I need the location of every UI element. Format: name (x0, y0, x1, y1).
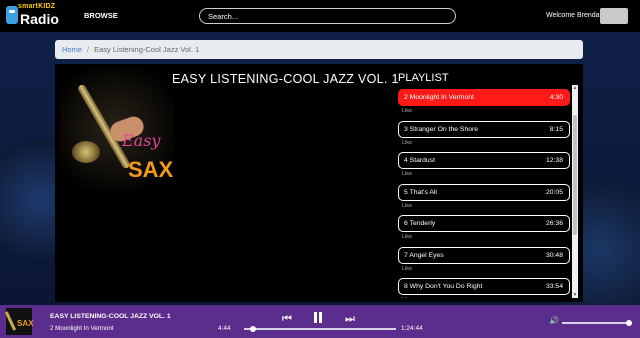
smartkidz-radio-logo[interactable]: smartKIDZ Radio (6, 3, 64, 29)
track-duration: 20:05 (545, 188, 563, 196)
track-title: 6 Tenderly (404, 220, 436, 227)
breadcrumb-current: Easy Listening-Cool Jazz Vol. 1 (94, 45, 200, 54)
breadcrumb-separator: / (87, 45, 90, 54)
volume-slider[interactable] (562, 320, 632, 326)
current-time: 4:44 (218, 325, 231, 332)
playlist-track[interactable]: 3 Stranger On the Shore 8:15 (398, 120, 570, 138)
like-button[interactable]: Like (402, 171, 412, 177)
avatar[interactable] (600, 8, 628, 24)
saxophone-bell-icon (72, 141, 100, 163)
now-playing-album: EASY LISTENING-COOL JAZZ VOL. 1 (50, 313, 171, 320)
like-button[interactable]: Like (402, 234, 412, 240)
logo-top-text: smartKIDZ (18, 3, 56, 10)
playlist-track[interactable]: 2 Moonlight In Vermont 4:30 (398, 89, 570, 106)
top-nav-bar: smartKIDZ Radio BROWSE Welcome Brenda (0, 0, 640, 32)
thumbnail-sax-text: SAX (17, 319, 34, 328)
pause-icon[interactable] (313, 312, 323, 323)
track-duration: 33:54 (545, 283, 563, 290)
robot-logo-icon (6, 6, 18, 24)
playlist-track[interactable]: 7 Angel Eyes 30:48 (398, 246, 570, 264)
like-button[interactable]: Like (402, 108, 412, 114)
track-title: 4 Stardust (404, 157, 435, 164)
playlist-scrollbar[interactable]: ▲ ▼ (572, 85, 578, 298)
now-playing-track: 2 Moonlight In Vermont (50, 325, 114, 332)
scroll-down-arrow-icon[interactable]: ▼ (572, 292, 578, 298)
playlist-track[interactable]: 4 Stardust 12:38 (398, 152, 570, 169)
next-track-icon[interactable]: ⏭ (345, 313, 355, 326)
search-input[interactable] (199, 8, 456, 24)
album-title: EASY LISTENING-COOL JAZZ VOL. 1 (172, 72, 399, 86)
breadcrumb: Home / Easy Listening-Cool Jazz Vol. 1 (55, 40, 583, 59)
scroll-up-arrow-icon[interactable]: ▲ (572, 85, 578, 91)
track-title: 7 Angel Eyes (404, 251, 444, 259)
seek-slider-handle[interactable] (249, 326, 256, 332)
playlist-list[interactable]: ▲ ▼ 2 Moonlight In Vermont 4:30 Like 3 Stra… (395, 85, 579, 298)
playlist-track[interactable]: 8 Why Don't You Do Right 33:54 (398, 278, 570, 295)
track-title: 8 Why Don't You Do Right (404, 283, 483, 290)
playlist-heading: PLAYLIST (398, 72, 449, 84)
logo-bottom-text: Radio (20, 11, 59, 27)
welcome-text[interactable]: Welcome Brenda (546, 12, 600, 19)
previous-track-icon[interactable]: ⏮ (282, 313, 292, 326)
cover-sax-text: SAX (128, 157, 174, 182)
player-bar: SAX EASY LISTENING-COOL JAZZ VOL. 1 2 Mo… (0, 305, 640, 338)
volume-icon[interactable]: 🔊 (549, 316, 559, 325)
like-button[interactable]: Like (402, 266, 412, 272)
playlist-track[interactable]: 6 Tenderly 26:36 (398, 215, 570, 232)
total-time: 1:24:44 (401, 325, 423, 332)
like-button[interactable]: Like (402, 203, 412, 209)
mini-saxophone-icon (4, 311, 17, 331)
track-title: 2 Moonlight In Vermont (404, 94, 474, 101)
logo-kidz-text: KIDZ (38, 3, 56, 10)
track-title: 3 Stranger On the Shore (404, 125, 479, 133)
track-title: 5 That's All (404, 188, 437, 196)
track-duration: 4:30 (549, 94, 563, 101)
track-duration: 26:36 (545, 220, 563, 227)
like-button[interactable]: Like (402, 140, 412, 146)
playlist-track[interactable]: 5 That's All 20:05 (398, 183, 570, 201)
seek-slider[interactable] (244, 326, 396, 332)
breadcrumb-home-link[interactable]: Home (62, 45, 82, 54)
album-cover-image: Easy SAX (60, 69, 174, 193)
now-playing-thumbnail: SAX (4, 308, 34, 335)
track-duration: 30:48 (545, 251, 563, 259)
album-panel: Easy SAX EASY LISTENING-COOL JAZZ VOL. 1… (55, 64, 583, 302)
browse-link[interactable]: BROWSE (84, 11, 118, 20)
volume-slider-handle[interactable] (625, 320, 632, 326)
like-button[interactable]: Like (402, 297, 412, 298)
track-duration: 12:38 (545, 157, 563, 164)
scrollbar-thumb[interactable] (573, 115, 577, 235)
track-duration: 8:15 (549, 125, 563, 133)
cover-easy-text: Easy (122, 131, 161, 150)
